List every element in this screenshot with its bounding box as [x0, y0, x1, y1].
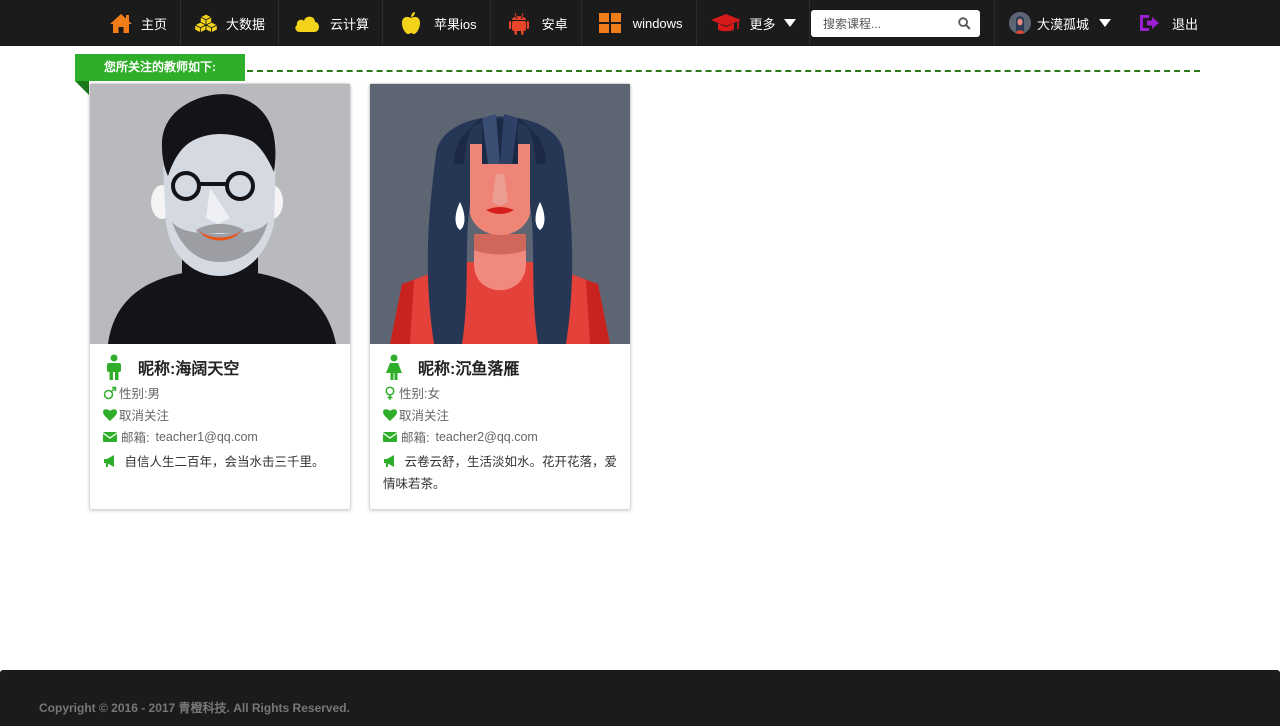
nav-label: 苹果ios [434, 16, 477, 32]
copyright-text: Copyright © 2016 - 2017 青橙科技. All Rights… [39, 701, 350, 715]
section-title: 您所关注的教师如下: [75, 54, 245, 81]
email-value: teacher1@qq.com [155, 429, 258, 444]
male-symbol-icon [103, 386, 117, 399]
search-input[interactable] [811, 10, 957, 37]
nav-label: 大数据 [226, 16, 266, 32]
teacher-card: 昵称: 海阔天空 性别: 男 取消关注 邮箱: teacher1@qq.com … [89, 83, 351, 510]
logout-label: 退出 [1172, 16, 1199, 32]
female-person-icon [386, 354, 402, 380]
footer: Copyright © 2016 - 2017 青橙科技. All Rights… [0, 670, 1280, 726]
gender-value: 男 [147, 387, 160, 401]
nav-item-more[interactable]: 更多 [697, 0, 810, 46]
gender-value: 女 [427, 387, 440, 401]
teacher-card: 昵称: 沉鱼落雁 性别: 女 取消关注 邮箱: teacher2@qq.com … [369, 83, 631, 510]
nav-item-cloud[interactable]: 云计算 [279, 0, 384, 46]
unfollow-button[interactable]: 取消关注 [103, 405, 169, 424]
envelope-icon [383, 431, 397, 442]
bullhorn-icon [384, 455, 394, 467]
teacher-photo [370, 84, 630, 344]
nav-label: windows [632, 15, 683, 31]
email-value: teacher2@qq.com [435, 429, 538, 444]
gender-label: 性别: [119, 387, 148, 401]
windows-icon [595, 11, 625, 35]
chevron-down-icon [1099, 19, 1112, 27]
nav-label: 安卓 [541, 16, 568, 32]
nickname-label: 昵称: [418, 361, 456, 378]
search-icon[interactable] [958, 17, 971, 30]
nickname-row: 昵称: 海阔天空 [104, 354, 239, 380]
nav-label: 云计算 [330, 16, 370, 32]
nickname: 沉鱼落雁 [455, 361, 520, 378]
teacher-photo [90, 84, 350, 344]
divider [247, 70, 1200, 72]
ribbon-fold [75, 81, 89, 95]
female-symbol-icon [385, 385, 395, 400]
male-person-icon [107, 354, 121, 380]
unfollow-label: 取消关注 [119, 409, 170, 423]
bio-text: 云卷云舒，生活淡如水。花开花落，爱情味若茶。 [383, 455, 617, 491]
graduation-cap-icon [710, 11, 742, 35]
email-row: 邮箱: teacher2@qq.com [383, 427, 538, 446]
nav-item-windows[interactable]: windows [582, 0, 697, 46]
apple-icon [396, 11, 426, 35]
unfollow-button[interactable]: 取消关注 [383, 405, 449, 424]
nickname-label: 昵称: [138, 361, 176, 378]
envelope-icon [103, 431, 117, 442]
cloud-icon [292, 11, 322, 35]
teacher-bio: 自信人生二百年，会当水击三千里。 [103, 451, 341, 473]
logout-button[interactable]: 退出 [1122, 0, 1198, 46]
heart-icon [103, 408, 117, 421]
email-label: 邮箱: [121, 431, 150, 445]
teacher-bio: 云卷云舒，生活淡如水。花开花落，爱情味若茶。 [383, 451, 621, 495]
top-navbar: 主页 大数据 云计算 苹果ios 安卓 windows 更多 搜索课程... 大… [0, 0, 1280, 46]
home-icon [109, 11, 133, 35]
user-menu[interactable]: 大漠孤城 [994, 0, 1122, 46]
user-name: 大漠孤城 [1037, 16, 1090, 32]
nav-label: 更多 [749, 16, 776, 32]
search-box [811, 10, 980, 37]
chevron-down-icon [783, 19, 796, 27]
nav-label: 主页 [141, 16, 168, 32]
logout-icon [1140, 15, 1159, 31]
gender-row: 性别: 女 [383, 383, 440, 402]
gender-label: 性别: [399, 387, 428, 401]
nickname: 海阔天空 [175, 361, 240, 378]
nav-item-android[interactable]: 安卓 [491, 0, 582, 46]
unfollow-label: 取消关注 [399, 409, 450, 423]
email-label: 邮箱: [401, 431, 430, 445]
nav-item-bigdata[interactable]: 大数据 [181, 0, 280, 46]
gender-row: 性别: 男 [103, 383, 160, 402]
cubes-icon [194, 11, 219, 35]
main-nav: 主页 大数据 云计算 苹果ios 安卓 windows 更多 [96, 0, 810, 46]
nav-item-ios[interactable]: 苹果ios [383, 0, 491, 46]
bullhorn-icon [104, 455, 114, 467]
avatar [1009, 12, 1031, 34]
android-icon [504, 11, 534, 35]
nickname-row: 昵称: 沉鱼落雁 [384, 354, 519, 380]
nav-item-home[interactable]: 主页 [96, 0, 182, 46]
bio-text: 自信人生二百年，会当水击三千里。 [124, 455, 325, 469]
email-row: 邮箱: teacher1@qq.com [103, 427, 258, 446]
heart-icon [383, 408, 397, 421]
